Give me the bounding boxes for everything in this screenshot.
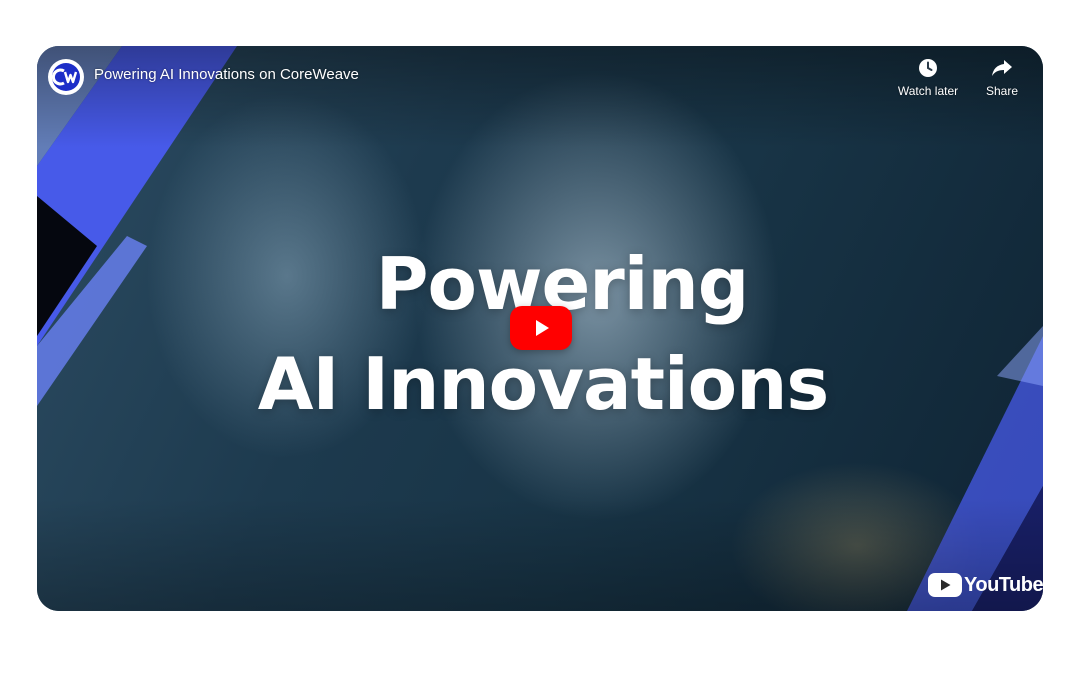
youtube-wordmark: YouTube — [964, 573, 1043, 596]
clock-icon — [916, 56, 940, 80]
video-headline-line2: AI Innovations — [257, 342, 830, 426]
youtube-play-icon — [928, 573, 962, 597]
player-top-bar: Powering AI Innovations on CoreWeave Wat… — [37, 46, 1043, 116]
watch-later-button[interactable]: Watch later — [892, 56, 964, 106]
channel-avatar[interactable] — [48, 59, 84, 95]
play-icon — [536, 320, 549, 336]
play-button[interactable] — [510, 306, 572, 350]
share-button[interactable]: Share — [966, 56, 1038, 106]
share-arrow-icon — [990, 56, 1014, 80]
youtube-logo-link[interactable]: YouTube — [928, 571, 1043, 599]
coreweave-logo-icon — [51, 63, 80, 91]
watch-later-label: Watch later — [897, 84, 959, 98]
video-embed[interactable]: Powering AI Innovations on CoreWeave Wat… — [37, 46, 1043, 611]
video-title-link[interactable]: Powering AI Innovations on CoreWeave — [94, 65, 359, 85]
share-label: Share — [985, 84, 1019, 98]
